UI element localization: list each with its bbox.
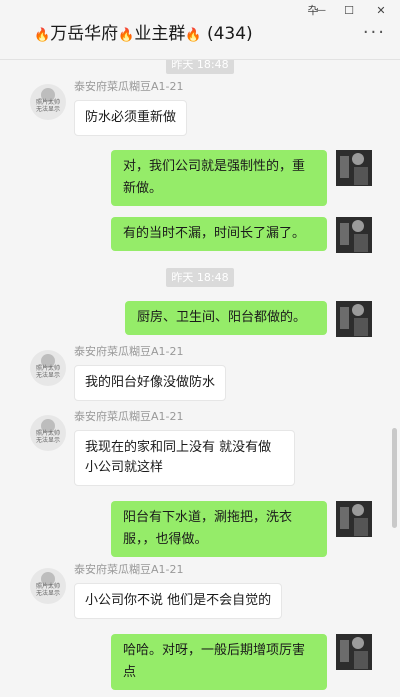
avatar[interactable]: 照片太帅 无法显示 [30, 350, 66, 386]
message-bubble[interactable]: 阳台有下水道，涮拖把，洗衣服，，也得做。 [111, 501, 327, 557]
message-bubble[interactable]: 厨房、卫生间、阳台都做的。 [125, 301, 327, 335]
message-bubble[interactable]: 哈哈。对呀，一般后期增项厉害点 [111, 634, 327, 690]
message-list[interactable]: 昨天 18:48 照片太帅 无法显示 泰安府菜瓜糊豆A1-21 防水必须重新做 对… [0, 60, 400, 697]
sender-name: 泰安府菜瓜糊豆A1-21 [74, 345, 184, 358]
message-bubble[interactable]: 小公司你不说 他们是不会自觉的 [74, 583, 283, 619]
chat-header: 🔥万岳华府🔥业主群🔥 (434) 卆 — ☐ ✕ ··· [0, 0, 400, 60]
group-name-part1: 万岳华府 [50, 24, 119, 44]
message-bubble[interactable]: 我现在的家和同上没有 就没有做 小公司就这样 [74, 430, 295, 486]
more-options-icon[interactable]: ··· [363, 24, 386, 42]
maximize-icon[interactable]: ☐ [339, 2, 359, 20]
fire-icon: 🔥 [118, 28, 135, 43]
close-icon[interactable]: ✕ [371, 2, 391, 20]
timestamp: 昨天 18:48 [166, 268, 234, 287]
message-bubble[interactable]: 防水必须重新做 [74, 100, 188, 136]
avatar[interactable] [336, 301, 372, 337]
message-bubble[interactable]: 我的阳台好像没做防水 [74, 365, 227, 401]
avatar[interactable] [336, 217, 372, 253]
avatar[interactable]: 照片太帅 无法显示 [30, 415, 66, 451]
fire-icon: 🔥 [185, 28, 202, 43]
avatar[interactable]: 照片太帅 无法显示 [30, 84, 66, 120]
message-bubble[interactable]: 对，我们公司就是强制性的，重新做。 [111, 150, 327, 206]
avatar[interactable]: 照片太帅 无法显示 [30, 568, 66, 604]
avatar[interactable] [336, 634, 372, 670]
sender-name: 泰安府菜瓜糊豆A1-21 [74, 80, 184, 93]
sender-name: 泰安府菜瓜糊豆A1-21 [74, 563, 184, 576]
scrollbar-thumb[interactable] [392, 428, 397, 528]
message-bubble[interactable]: 有的当时不漏，时间长了漏了。 [111, 217, 327, 251]
fire-icon: 🔥 [34, 28, 51, 43]
avatar-placeholder-text: 照片太帅 无法显示 [35, 99, 60, 113]
group-name-part2: 业主群 [134, 24, 186, 44]
sender-name: 泰安府菜瓜糊豆A1-21 [74, 410, 184, 423]
group-title[interactable]: 🔥万岳华府🔥业主群🔥 (434) [34, 22, 253, 48]
minimize-icon[interactable]: — [311, 2, 331, 20]
avatar[interactable] [336, 150, 372, 186]
member-count: (434) [206, 24, 253, 44]
avatar[interactable] [336, 501, 372, 537]
timestamp: 昨天 18:48 [166, 60, 234, 74]
